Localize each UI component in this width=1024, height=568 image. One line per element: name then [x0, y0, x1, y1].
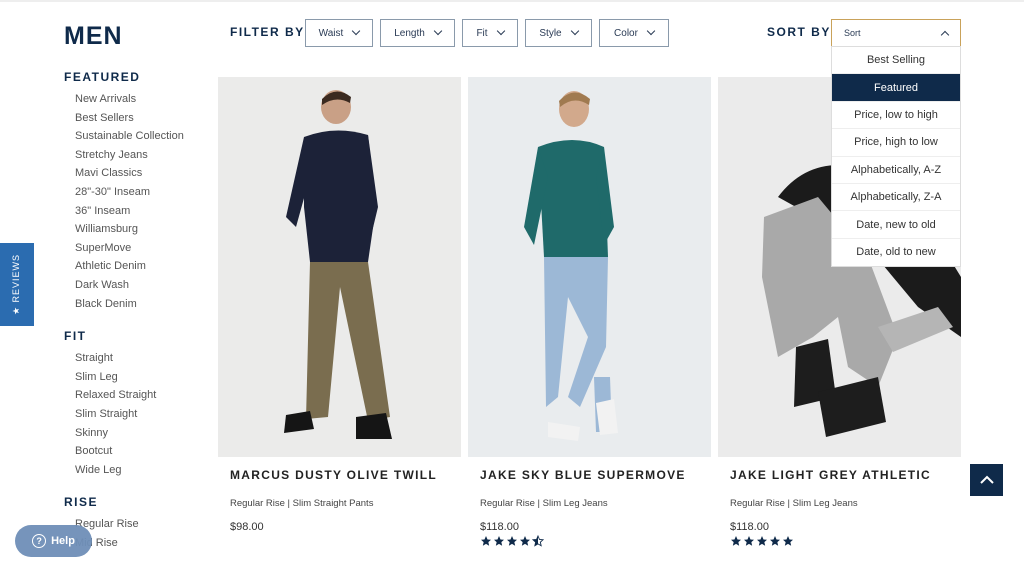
- sidebar-item-sustainable-collection[interactable]: Sustainable Collection: [75, 127, 214, 146]
- star-icon: [520, 536, 530, 546]
- star-icon: [757, 536, 767, 546]
- filter-by-label: FILTER BY: [230, 25, 305, 39]
- product-model-illustration: [524, 91, 618, 441]
- filter-style-button[interactable]: Style: [525, 19, 592, 47]
- filter-length-button[interactable]: Length: [380, 19, 455, 47]
- chevron-down-icon: [352, 26, 361, 36]
- chevron-down-icon: [570, 26, 579, 36]
- sidebar-item-black-denim[interactable]: Black Denim: [75, 295, 214, 314]
- sidebar-item-regular-rise[interactable]: Regular Rise: [75, 515, 214, 534]
- sidebar-item-slim-leg[interactable]: Slim Leg: [75, 368, 214, 387]
- sidebar: MEN FEATURED New Arrivals Best Sellers S…: [64, 22, 214, 552]
- product-rating: [480, 535, 711, 547]
- star-icon: [770, 536, 780, 546]
- sidebar-item-slim-straight[interactable]: Slim Straight: [75, 405, 214, 424]
- chevron-down-icon: [496, 26, 505, 36]
- sidebar-item-stretchy-jeans[interactable]: Stretchy Jeans: [75, 146, 214, 165]
- top-divider: [0, 0, 1024, 2]
- product-price: $98.00: [230, 521, 264, 533]
- sort-option-featured[interactable]: Featured: [832, 74, 960, 102]
- sidebar-item-wide-leg[interactable]: Wide Leg: [75, 461, 214, 480]
- star-icon: [507, 536, 517, 546]
- sidebar-item-new-arrivals[interactable]: New Arrivals: [75, 90, 214, 109]
- chevron-up-icon: [940, 30, 950, 39]
- product-image[interactable]: [218, 77, 461, 457]
- filter-fit-button[interactable]: Fit: [462, 19, 518, 47]
- arrow-up-icon: [979, 475, 994, 484]
- sort-option-date-new-old[interactable]: Date, new to old: [832, 211, 960, 239]
- filter-length-label: Length: [394, 27, 425, 39]
- sidebar-item-36-inseam[interactable]: 36" Inseam: [75, 202, 214, 221]
- sort-dropdown[interactable]: Sort: [831, 19, 961, 47]
- reviews-tab-label: ★ REVIEWS: [11, 253, 22, 316]
- star-icon: [481, 536, 491, 546]
- sidebar-heading-rise: RISE: [64, 495, 99, 510]
- sidebar-item-straight[interactable]: Straight: [75, 349, 214, 368]
- sidebar-item-bootcut[interactable]: Bootcut: [75, 442, 214, 461]
- sort-option-best-selling[interactable]: Best Selling: [832, 47, 960, 75]
- product-name[interactable]: MARCUS DUSTY OLIVE TWILL: [230, 468, 461, 482]
- product-price: $118.00: [480, 521, 519, 533]
- star-icon: [783, 536, 793, 546]
- product-subtitle: Regular Rise | Slim Straight Pants: [230, 498, 374, 509]
- help-icon: ?: [32, 534, 47, 548]
- product-price: $118.00: [730, 521, 769, 533]
- product-model-illustration: [284, 90, 392, 439]
- product-card[interactable]: JAKE SKY BLUE SUPERMOVE Regular Rise | S…: [468, 77, 711, 547]
- filter-waist-button[interactable]: Waist: [305, 19, 373, 47]
- filter-color-label: Color: [614, 27, 638, 39]
- sort-dropdown-value: Sort: [844, 28, 861, 38]
- sidebar-heading-featured: FEATURED: [64, 70, 141, 84]
- product-subtitle: Regular Rise | Slim Leg Jeans: [480, 498, 608, 509]
- product-name[interactable]: JAKE LIGHT GREY ATHLETIC: [730, 468, 961, 482]
- filter-fit-label: Fit: [476, 27, 488, 39]
- sidebar-item-relaxed-straight[interactable]: Relaxed Straight: [75, 386, 214, 405]
- product-rating: [730, 535, 961, 547]
- sidebar-item-28-30-inseam[interactable]: 28"-30" Inseam: [75, 183, 214, 202]
- filter-color-button[interactable]: Color: [599, 19, 669, 47]
- sidebar-item-skinny[interactable]: Skinny: [75, 424, 214, 443]
- help-button[interactable]: ? Help: [15, 525, 92, 557]
- product-image[interactable]: [468, 77, 711, 457]
- sidebar-item-supermove[interactable]: SuperMove: [75, 239, 214, 258]
- sort-option-price-high-low[interactable]: Price, high to low: [832, 129, 960, 157]
- filter-style-label: Style: [539, 27, 562, 39]
- sort-option-alpha-z-a[interactable]: Alphabetically, Z-A: [832, 184, 960, 212]
- filter-waist-label: Waist: [318, 27, 344, 39]
- sort-option-date-old-new[interactable]: Date, old to new: [832, 239, 960, 266]
- sort-option-price-low-high[interactable]: Price, low to high: [832, 102, 960, 130]
- page-title: MEN: [64, 22, 123, 50]
- sort-menu: Best Selling Featured Price, low to high…: [831, 46, 961, 268]
- product-card[interactable]: MARCUS DUSTY OLIVE TWILL Regular Rise | …: [218, 77, 461, 533]
- sidebar-heading-fit: FIT: [64, 329, 87, 344]
- star-icon: [731, 536, 741, 546]
- chevron-down-icon: [646, 26, 656, 36]
- reviews-tab[interactable]: ★ REVIEWS: [0, 243, 34, 326]
- sidebar-item-mavi-classics[interactable]: Mavi Classics: [75, 164, 214, 183]
- half-star-icon: [532, 535, 544, 547]
- sort-option-alpha-a-z[interactable]: Alphabetically, A-Z: [832, 157, 960, 184]
- sidebar-item-athletic-denim[interactable]: Athletic Denim: [75, 257, 214, 276]
- chevron-down-icon: [433, 26, 443, 36]
- star-icon: [744, 536, 754, 546]
- product-name[interactable]: JAKE SKY BLUE SUPERMOVE: [480, 468, 711, 482]
- sidebar-item-mid-rise[interactable]: Mid Rise: [75, 534, 214, 553]
- star-icon: [494, 536, 504, 546]
- sidebar-item-best-sellers[interactable]: Best Sellers: [75, 109, 214, 128]
- sidebar-item-williamsburg[interactable]: Williamsburg: [75, 220, 214, 239]
- back-to-top-button[interactable]: [970, 464, 1003, 496]
- sort-by-label: SORT BY: [767, 25, 831, 39]
- product-subtitle: Regular Rise | Slim Leg Jeans: [730, 498, 858, 509]
- sidebar-item-dark-wash[interactable]: Dark Wash: [75, 276, 214, 295]
- help-label: Help: [51, 535, 75, 547]
